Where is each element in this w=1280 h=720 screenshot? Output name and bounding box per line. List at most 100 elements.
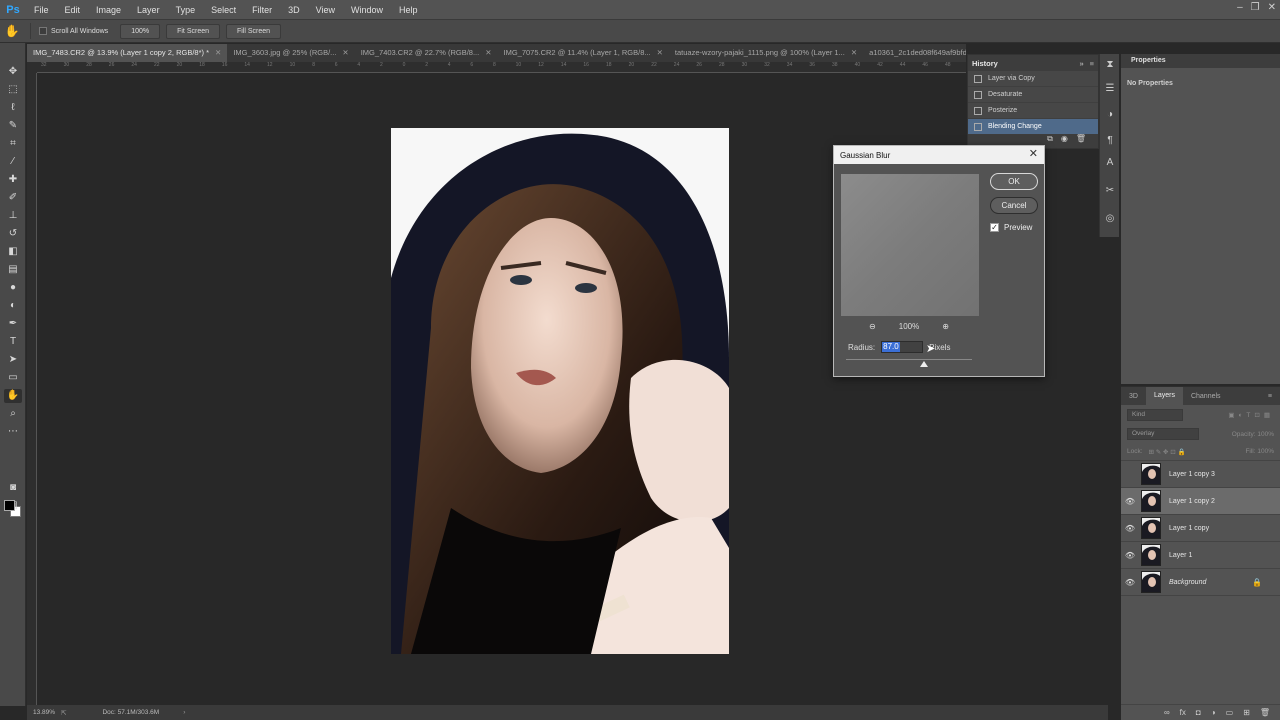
fill-screen-button[interactable]: Fill Screen xyxy=(226,23,282,39)
tool-presets-icon[interactable]: ✂ xyxy=(1102,184,1118,198)
zoom-100-button[interactable]: 100% xyxy=(120,23,161,39)
eyedropper-tool-icon[interactable]: ⁄ xyxy=(4,155,22,169)
close-tab-icon[interactable]: ✕ xyxy=(851,44,857,62)
move-tool-icon[interactable]: ✥ xyxy=(4,65,22,79)
tab-3d[interactable]: 3D xyxy=(1121,393,1146,400)
adjustments-icon[interactable]: ◑ xyxy=(1102,108,1118,122)
marquee-tool-icon[interactable]: ⬚ xyxy=(4,83,22,97)
blur-tool-icon[interactable]: ● xyxy=(4,281,22,295)
more-tools-icon[interactable]: ⋯ xyxy=(4,425,22,439)
menu-window[interactable]: Window xyxy=(343,5,391,15)
menu-file[interactable]: File xyxy=(26,5,57,15)
layer-row[interactable]: 👁 Layer 1 xyxy=(1121,542,1280,569)
radius-slider-track[interactable] xyxy=(846,359,972,360)
document-tab[interactable]: IMG_7483.CR2 @ 13.9% (Layer 1 copy 2, RG… xyxy=(27,44,228,62)
zoom-in-icon[interactable]: ⊕ xyxy=(942,322,949,331)
document-tab[interactable]: IMG_7403.CR2 @ 22.7% (RGB/8... ✕ xyxy=(355,44,498,62)
document-tab[interactable]: IMG_7075.CR2 @ 11.4% (Layer 1, RGB/8... ✕ xyxy=(498,44,669,62)
menu-view[interactable]: View xyxy=(308,5,343,15)
history-brush-tool-icon[interactable]: ↺ xyxy=(4,227,22,241)
menu-type[interactable]: Type xyxy=(168,5,204,15)
filter-icons[interactable]: ▣◐T⊡▦ xyxy=(1228,411,1274,419)
filter-preview[interactable] xyxy=(841,174,979,316)
panel-menu-icon[interactable]: ≡ xyxy=(1260,393,1280,400)
gradient-tool-icon[interactable]: ▤ xyxy=(4,263,22,277)
document-tab[interactable]: IMG_3603.jpg @ 25% (RGB/... ✕ xyxy=(227,44,354,62)
opacity-field[interactable]: Opacity: 100% xyxy=(1232,431,1274,438)
menu-select[interactable]: Select xyxy=(203,5,244,15)
healing-brush-tool-icon[interactable]: ✚ xyxy=(4,173,22,187)
menu-help[interactable]: Help xyxy=(391,5,426,15)
scroll-all-windows-checkbox[interactable] xyxy=(39,27,47,35)
layer-row[interactable]: 👁 Layer 1 copy xyxy=(1121,515,1280,542)
delete-state-icon[interactable]: 🗑 xyxy=(1076,134,1086,148)
layer-row[interactable]: Layer 1 copy 3 xyxy=(1121,461,1280,488)
link-layers-icon[interactable]: ∞ xyxy=(1164,708,1170,717)
close-tab-icon[interactable]: ✕ xyxy=(657,44,663,62)
document-tab[interactable]: tatuaze-wzory-pajaki_1115.png @ 100% (La… xyxy=(669,44,863,62)
brush-settings-icon[interactable]: ◎ xyxy=(1102,212,1118,226)
eraser-tool-icon[interactable]: ◧ xyxy=(4,245,22,259)
properties-panel-icon[interactable]: ☰ xyxy=(1102,82,1118,96)
rectangle-tool-icon[interactable]: ▭ xyxy=(4,371,22,385)
history-panel-icon[interactable]: ⧗ xyxy=(1102,58,1118,72)
hand-tool-icon[interactable]: ✋ xyxy=(4,389,22,403)
quick-select-tool-icon[interactable]: ✎ xyxy=(4,119,22,133)
layer-row[interactable]: 👁 Layer 1 copy 2 xyxy=(1121,488,1280,515)
zoom-tool-icon[interactable]: ⌕ xyxy=(4,407,22,421)
dodge-tool-icon[interactable]: ◐ xyxy=(4,299,22,313)
pen-tool-icon[interactable]: ✒ xyxy=(4,317,22,331)
tab-layers[interactable]: Layers xyxy=(1145,387,1183,405)
minimize-button[interactable]: – xyxy=(1237,2,1243,13)
new-layer-icon[interactable]: ⊞ xyxy=(1243,708,1250,717)
close-tab-icon[interactable]: ✕ xyxy=(342,44,348,62)
type-tool-icon[interactable]: T xyxy=(4,335,22,349)
layer-style-icon[interactable]: fx xyxy=(1180,708,1186,717)
character-icon[interactable]: A xyxy=(1102,156,1118,170)
lock-icons[interactable]: ⊞ ✎ ✥ ⊡ 🔒 xyxy=(1149,448,1186,456)
radius-slider-thumb[interactable] xyxy=(920,361,928,367)
hand-tool-icon[interactable]: ✋ xyxy=(0,24,24,38)
menu-image[interactable]: Image xyxy=(88,5,129,15)
new-document-from-state-icon[interactable]: ⧉ xyxy=(1047,134,1053,148)
lasso-tool-icon[interactable]: ℓ xyxy=(4,101,22,115)
zoom-level[interactable]: 13.89% xyxy=(33,709,55,716)
menu-layer[interactable]: Layer xyxy=(129,5,168,15)
snapshot-icon[interactable]: ◉ xyxy=(1061,134,1068,148)
history-state[interactable]: Desaturate xyxy=(968,87,1098,103)
paragraph-icon[interactable]: ¶ xyxy=(1102,134,1118,148)
ok-button[interactable]: OK xyxy=(990,173,1038,190)
clone-stamp-tool-icon[interactable]: ⊥ xyxy=(4,209,22,223)
path-selection-tool-icon[interactable]: ➤ xyxy=(4,353,22,367)
foreground-color-swatch[interactable] xyxy=(4,500,15,511)
crop-tool-icon[interactable]: ⌗ xyxy=(4,137,22,151)
fit-screen-button[interactable]: Fit Screen xyxy=(166,23,220,39)
layer-mask-icon[interactable]: ◘ xyxy=(1196,708,1201,717)
close-tab-icon[interactable]: ✕ xyxy=(215,44,221,62)
ruler-origin[interactable] xyxy=(27,62,37,73)
vertical-ruler[interactable] xyxy=(27,73,37,705)
tab-channels[interactable]: Channels xyxy=(1183,393,1229,400)
radius-input[interactable]: 87.0 xyxy=(881,341,924,353)
close-button[interactable]: ✕ xyxy=(1268,2,1276,13)
layer-kind-filter[interactable]: Kind xyxy=(1127,409,1183,421)
menu-3d[interactable]: 3D xyxy=(280,5,308,15)
blend-mode-select[interactable]: Overlay xyxy=(1127,428,1199,440)
horizontal-ruler[interactable]: 32 30 28 26 24 22 20 18 16 14 12 10 8 6 4 2 0 2 4 6 8 10 12 14 1… xyxy=(37,62,966,73)
fill-field[interactable]: Fill: 100% xyxy=(1245,448,1274,455)
document-image[interactable] xyxy=(391,128,729,654)
layer-row[interactable]: 👁 Background 🔒 xyxy=(1121,569,1280,596)
brush-tool-icon[interactable]: ✐ xyxy=(4,191,22,205)
collapse-panel-icon[interactable]: » xyxy=(1079,59,1083,68)
document-tab[interactable]: a10361_2c1ded08f649af9bfd...✕ xyxy=(863,44,966,62)
visibility-eye-icon[interactable]: 👁 xyxy=(1121,497,1139,506)
restore-button[interactable]: ❐ xyxy=(1251,2,1260,13)
history-state[interactable]: Posterize xyxy=(968,103,1098,119)
close-tab-icon[interactable]: ✕ xyxy=(485,44,491,62)
menu-edit[interactable]: Edit xyxy=(57,5,89,15)
visibility-eye-icon[interactable]: 👁 xyxy=(1121,578,1139,587)
panel-menu-icon[interactable]: ≡ xyxy=(1090,59,1094,68)
share-icon[interactable]: ⇱ xyxy=(61,709,66,717)
history-state[interactable]: Layer via Copy xyxy=(968,71,1098,87)
delete-layer-icon[interactable]: 🗑 xyxy=(1260,708,1270,717)
